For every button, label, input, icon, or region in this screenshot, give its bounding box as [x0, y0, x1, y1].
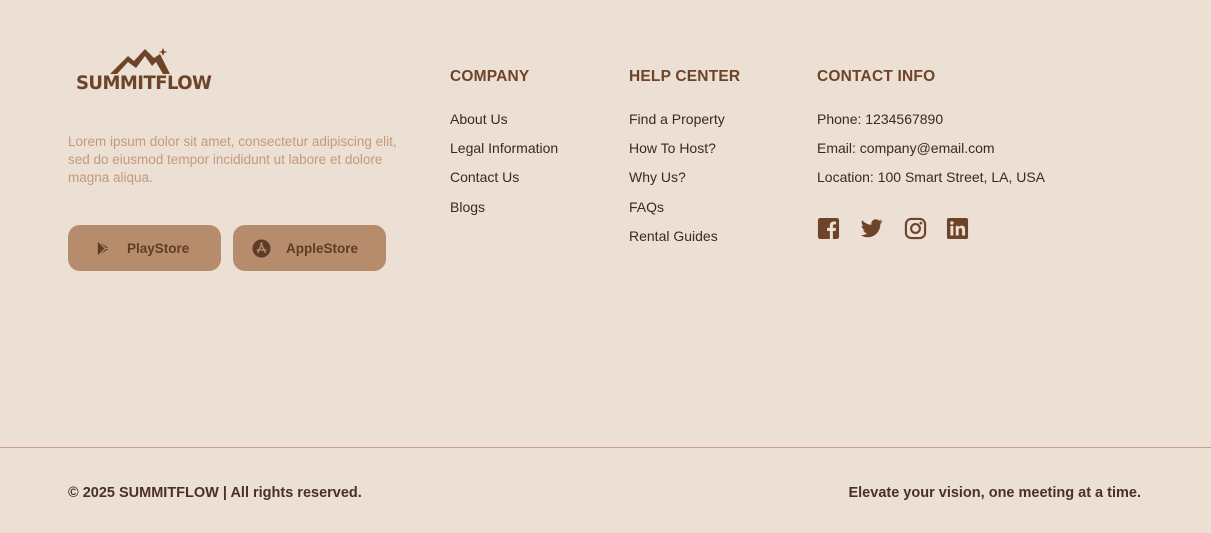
brand-logo[interactable]: SUMMITFLOW: [74, 46, 218, 96]
play-store-label: PlayStore: [127, 240, 190, 256]
link-faqs[interactable]: FAQs: [629, 199, 740, 228]
social-links: [817, 217, 989, 240]
link-legal-information-text[interactable]: Legal Information: [450, 140, 558, 156]
link-about-us[interactable]: About Us: [450, 111, 558, 140]
app-store-icon: [252, 238, 271, 258]
link-blogs[interactable]: Blogs: [450, 199, 558, 228]
link-find-property[interactable]: Find a Property: [629, 111, 740, 140]
link-contact-us-text[interactable]: Contact Us: [450, 169, 519, 185]
apple-store-label: AppleStore: [286, 240, 359, 256]
link-how-to-host[interactable]: How To Host?: [629, 140, 740, 169]
brand-name: SUMMITFLOW: [76, 72, 212, 94]
link-how-to-host-text[interactable]: How To Host?: [629, 140, 716, 156]
link-about-us-text[interactable]: About Us: [450, 111, 508, 127]
contact-email: Email: company@email.com: [817, 140, 995, 157]
linkedin-icon[interactable]: [946, 217, 969, 240]
help-center-links: Find a Property How To Host? Why Us? FAQ…: [629, 111, 740, 257]
contact-location: Location: 100 Smart Street, LA, USA: [817, 169, 1046, 186]
link-rental-guides-text[interactable]: Rental Guides: [629, 228, 718, 244]
company-heading: COMPANY: [450, 68, 530, 85]
facebook-icon[interactable]: [817, 217, 840, 240]
contact-column: CONTACT INFO Phone: 1234567890 Email: co…: [817, 68, 1045, 199]
help-center-column: HELP CENTER Find a Property How To Host?…: [629, 68, 740, 257]
link-rental-guides[interactable]: Rental Guides: [629, 228, 740, 257]
link-why-us[interactable]: Why Us?: [629, 169, 740, 198]
link-faqs-text[interactable]: FAQs: [629, 199, 664, 215]
play-store-button[interactable]: PlayStore: [68, 225, 221, 271]
footer-divider: [0, 447, 1211, 448]
company-column: COMPANY About Us Legal Information Conta…: [450, 68, 558, 228]
brand-description: Lorem ipsum dolor sit amet, consectetur …: [68, 134, 397, 185]
link-legal-information[interactable]: Legal Information: [450, 140, 558, 169]
contact-phone: Phone: 1234567890: [817, 111, 944, 127]
link-why-us-text[interactable]: Why Us?: [629, 169, 686, 185]
contact-list: Phone: 1234567890 Email: company@email.c…: [817, 111, 1045, 199]
company-links: About Us Legal Information Contact Us Bl…: [450, 111, 558, 228]
instagram-icon[interactable]: [904, 217, 927, 240]
play-store-icon: [95, 239, 114, 258]
contact-heading: CONTACT INFO: [817, 68, 936, 85]
twitter-icon[interactable]: [860, 217, 883, 240]
apple-store-button[interactable]: AppleStore: [233, 225, 386, 271]
link-blogs-text[interactable]: Blogs: [450, 199, 485, 215]
link-find-property-text[interactable]: Find a Property: [629, 111, 725, 127]
link-contact-us[interactable]: Contact Us: [450, 169, 558, 198]
copyright-text: © 2025 SUMMITFLOW | All rights reserved.: [68, 485, 362, 501]
tagline-text: Elevate your vision, one meeting at a ti…: [848, 485, 1141, 501]
help-center-heading: HELP CENTER: [629, 68, 741, 85]
